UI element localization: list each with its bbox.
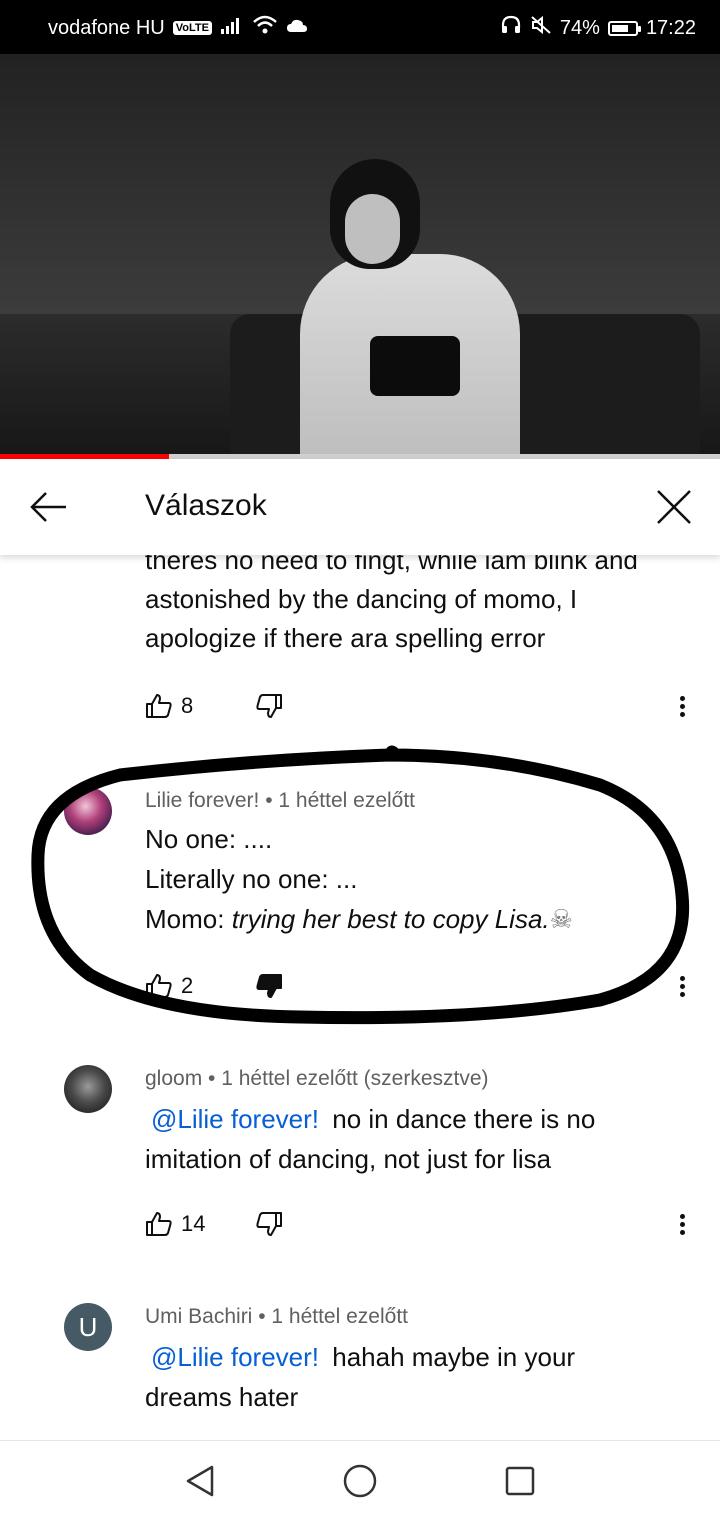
- nav-home-button[interactable]: [338, 1461, 382, 1501]
- comment-text: No one: .... Literally no one: ... Momo:…: [145, 824, 573, 934]
- close-icon: [657, 490, 691, 524]
- partial-comment-text: theres no need to fingt, while iam blink…: [145, 555, 638, 653]
- status-bar: vodafone HU VoLTE 74% 17:22: [0, 0, 720, 54]
- thumb-down-icon: [256, 1212, 282, 1236]
- panel-title: Válaszok: [145, 489, 267, 522]
- more-options-button[interactable]: [672, 1211, 692, 1241]
- replies-header: Válaszok: [0, 459, 720, 555]
- comment-author[interactable]: Lilie forever!: [145, 789, 259, 812]
- nav-recents-button[interactable]: [498, 1461, 542, 1501]
- like-button[interactable]: 2: [145, 973, 255, 999]
- volte-badge: VoLTE: [172, 21, 212, 35]
- back-button[interactable]: [26, 487, 70, 527]
- comment-meta: gloom • 1 héttel ezelőtt (szerkesztve): [145, 1067, 489, 1090]
- wifi-icon: [252, 15, 278, 41]
- cloud-icon: [286, 17, 308, 40]
- comment-author[interactable]: gloom: [145, 1067, 202, 1090]
- comments-list[interactable]: theres no need to fingt, while iam blink…: [0, 555, 720, 1440]
- avatar[interactable]: [64, 1065, 112, 1113]
- mention-link[interactable]: @Lilie forever!: [145, 1104, 325, 1134]
- comment-actions: 2: [145, 973, 283, 999]
- signal-icon: [220, 16, 244, 40]
- avatar[interactable]: U: [64, 1303, 112, 1351]
- like-count: 2: [181, 973, 194, 998]
- kebab-icon: [672, 1214, 692, 1235]
- thumb-up-icon: [146, 1212, 172, 1236]
- battery-percent: 74%: [559, 16, 600, 39]
- thumb-down-filled-icon: [256, 974, 282, 998]
- nav-back-button[interactable]: [178, 1461, 222, 1501]
- like-button[interactable]: 14: [145, 1211, 255, 1237]
- avatar[interactable]: [64, 787, 112, 835]
- thumb-up-icon: [146, 694, 172, 718]
- video-player[interactable]: [0, 54, 720, 457]
- system-navigation-bar: [0, 1440, 720, 1521]
- comment-time: 1 héttel ezelőtt (szerkesztve): [221, 1067, 489, 1090]
- skull-emoji: ☠: [549, 904, 573, 934]
- carrier-label: vodafone HU: [48, 16, 165, 39]
- triangle-back-icon: [186, 1465, 214, 1497]
- arrow-left-icon: [30, 492, 66, 522]
- circle-home-icon: [343, 1464, 377, 1498]
- comment-author[interactable]: Umi Bachiri: [145, 1305, 252, 1328]
- square-recents-icon: [505, 1466, 535, 1496]
- like-count: 14: [181, 1211, 206, 1236]
- dislike-button[interactable]: [255, 1211, 283, 1237]
- headset-icon: [500, 15, 522, 41]
- like-button[interactable]: 8: [145, 693, 255, 719]
- clock: 17:22: [645, 16, 696, 39]
- comment-text: @Lilie forever! no in dance there is no …: [145, 1104, 596, 1174]
- comment-meta: Lilie forever! • 1 héttel ezelőtt: [145, 789, 416, 812]
- comment-actions: 14: [145, 1211, 283, 1237]
- dislike-button[interactable]: [255, 693, 283, 719]
- comment-text: @Lilie forever! hahah maybe in your drea…: [145, 1342, 576, 1412]
- kebab-icon: [672, 976, 692, 997]
- more-options-button[interactable]: [672, 693, 692, 723]
- kebab-icon: [672, 696, 692, 717]
- mute-icon: [530, 15, 552, 41]
- comment-time: 1 héttel ezelőtt: [271, 1305, 408, 1328]
- battery-icon: [607, 20, 641, 36]
- close-button[interactable]: [652, 485, 696, 529]
- thumb-down-icon: [256, 694, 282, 718]
- comment-meta: Umi Bachiri • 1 héttel ezelőtt: [145, 1305, 408, 1328]
- like-count: 8: [181, 693, 194, 718]
- dislike-button-active[interactable]: [255, 973, 283, 999]
- more-options-button[interactable]: [672, 973, 692, 1003]
- thumb-up-icon: [146, 974, 172, 998]
- mention-link[interactable]: @Lilie forever!: [145, 1342, 325, 1372]
- comment-time: 1 héttel ezelőtt: [278, 789, 416, 812]
- comment-actions: 8: [145, 693, 283, 719]
